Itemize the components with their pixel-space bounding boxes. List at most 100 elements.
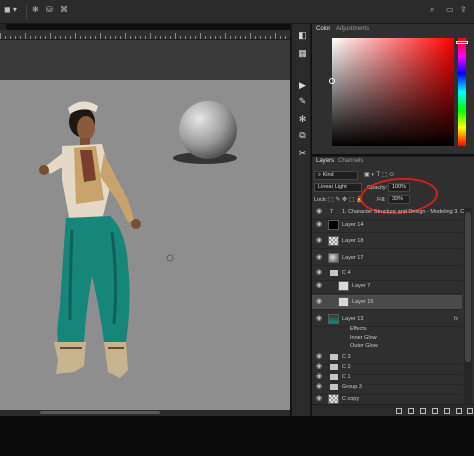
ruler-tick [90, 36, 91, 39]
layer-row[interactable]: Effects [312, 325, 462, 333]
layer-name: C 4 [342, 270, 351, 276]
eye-icon[interactable]: ◉ [316, 298, 324, 306]
ruler-tick [150, 33, 151, 39]
blend-icon[interactable]: ⌘ [60, 5, 68, 14]
ruler-tick [125, 33, 126, 39]
tab-layers[interactable]: Layers [316, 158, 334, 164]
fx-icon[interactable] [408, 408, 414, 414]
brush-size-icon[interactable]: ◼ ▾ [4, 5, 17, 14]
ruler-tick [230, 36, 231, 39]
ruler-tick [155, 36, 156, 39]
ruler-tick [100, 33, 101, 39]
layer-name: Layer 13 [342, 316, 364, 322]
link-icon[interactable] [396, 408, 402, 414]
ruler-tick [85, 36, 86, 39]
layer-row[interactable]: ◉ Layer 15 [312, 295, 462, 310]
ruler-tick [245, 36, 246, 39]
brush-icon[interactable]: ✎ [297, 96, 308, 107]
blend-mode-select[interactable]: Linear Light [314, 183, 362, 192]
layer-row[interactable]: ◉ Layer 7 [312, 279, 462, 294]
ruler-tick [120, 36, 121, 39]
tab-adjustments[interactable]: Adjustments [336, 26, 369, 32]
document-canvas[interactable] [0, 80, 290, 410]
eye-icon[interactable]: ◉ [316, 254, 324, 262]
eye-icon[interactable]: ◉ [316, 383, 324, 391]
ruler-tick [205, 36, 206, 39]
kind-label: Kind [322, 172, 334, 178]
horizontal-ruler [0, 30, 290, 40]
clone-icon[interactable]: ⧉ [297, 130, 308, 141]
layer-name: Inner Glow [350, 335, 377, 341]
ruler-tick [10, 36, 11, 39]
layer-row[interactable]: Inner Glow [312, 334, 462, 342]
layer-name: Layer 18 [342, 238, 364, 244]
adjustment-icon[interactable] [432, 408, 438, 414]
tab-channels[interactable]: Channels [338, 158, 363, 164]
ruler-tick [195, 36, 196, 39]
new-layer-icon[interactable] [456, 408, 462, 414]
color-picker-field[interactable] [332, 38, 454, 146]
eye-icon[interactable]: ◉ [316, 282, 324, 290]
layer-row[interactable]: ◉ Layer 14 [312, 218, 462, 233]
options-divider [26, 5, 27, 19]
eye-icon[interactable]: ◉ [316, 221, 324, 229]
layer-name: Effects [350, 326, 367, 332]
layer-name: Outer Glow [350, 343, 378, 349]
ruler-tick [130, 36, 131, 39]
bottom-bar [0, 416, 474, 456]
paths-icon[interactable]: ✂ [297, 148, 308, 159]
layer-thumbnail [338, 297, 349, 307]
brush-settings-icon[interactable]: ⛁ [46, 5, 53, 14]
ruler-tick [135, 36, 136, 39]
color-tool-icon[interactable]: ◧ [297, 30, 308, 41]
ruler-tick [210, 36, 211, 39]
workspace-icon[interactable]: ▭ [446, 5, 454, 14]
ruler-tick [110, 36, 111, 39]
play-icon[interactable]: ▶ [297, 80, 308, 91]
settings-icon[interactable]: ✻ [297, 114, 308, 125]
share-icon[interactable]: ⇪ [460, 5, 467, 14]
trash-icon[interactable] [467, 408, 473, 414]
ruler-tick [55, 36, 56, 39]
canvas-artwork [39, 101, 237, 378]
search-icon[interactable]: ⌕ [430, 5, 434, 15]
lock-icons[interactable]: ⬚ ✎ ✥ ⬚ 🔒 [328, 196, 364, 203]
layer-row[interactable]: ◉ Layer 18 [312, 234, 462, 249]
ruler-tick [115, 36, 116, 39]
layer-name: Layer 15 [352, 299, 374, 305]
layer-name: Group 3 [342, 384, 362, 390]
eye-icon[interactable]: ◉ [316, 395, 324, 403]
fx-icon[interactable]: fx [454, 316, 458, 322]
horizontal-scroll-thumb[interactable] [40, 411, 160, 414]
layers-footer [312, 404, 474, 416]
color-picker-handle[interactable] [329, 78, 335, 84]
layer-thumbnail [328, 394, 339, 404]
eye-icon[interactable]: ◉ [316, 208, 324, 216]
mask-icon[interactable] [420, 408, 426, 414]
ruler-tick [220, 36, 221, 39]
ruler-tick [35, 36, 36, 39]
ruler-tick [270, 36, 271, 39]
ruler-tick [265, 36, 266, 39]
ruler-tick [145, 36, 146, 39]
ruler-tick [200, 33, 201, 39]
ruler-tick [225, 33, 226, 39]
gear-icon[interactable]: ✻ [32, 5, 39, 14]
hue-slider[interactable] [458, 38, 466, 146]
eye-icon[interactable]: ◉ [316, 237, 324, 245]
ruler-tick [75, 33, 76, 39]
swatches-icon[interactable]: ▦ [297, 48, 308, 59]
eye-icon[interactable]: ◉ [316, 269, 324, 277]
new-group-icon[interactable] [444, 408, 450, 414]
filter-icons[interactable]: ▣ ◐ T ⬚ ⬭ [364, 171, 394, 179]
eye-icon[interactable]: ◉ [316, 315, 324, 323]
layer-row[interactable]: Outer Glow [312, 342, 462, 350]
ruler-tick [30, 36, 31, 39]
kind-filter[interactable]: ⌕ Kind [314, 171, 358, 180]
ruler-tick [80, 36, 81, 39]
tab-color[interactable]: Color [316, 26, 330, 32]
layers-scroll-thumb[interactable] [465, 212, 471, 362]
hue-slider-handle[interactable] [456, 41, 468, 44]
layer-row[interactable]: ◉ Layer 17 [312, 251, 462, 266]
layer-name: Layer 17 [342, 255, 364, 261]
